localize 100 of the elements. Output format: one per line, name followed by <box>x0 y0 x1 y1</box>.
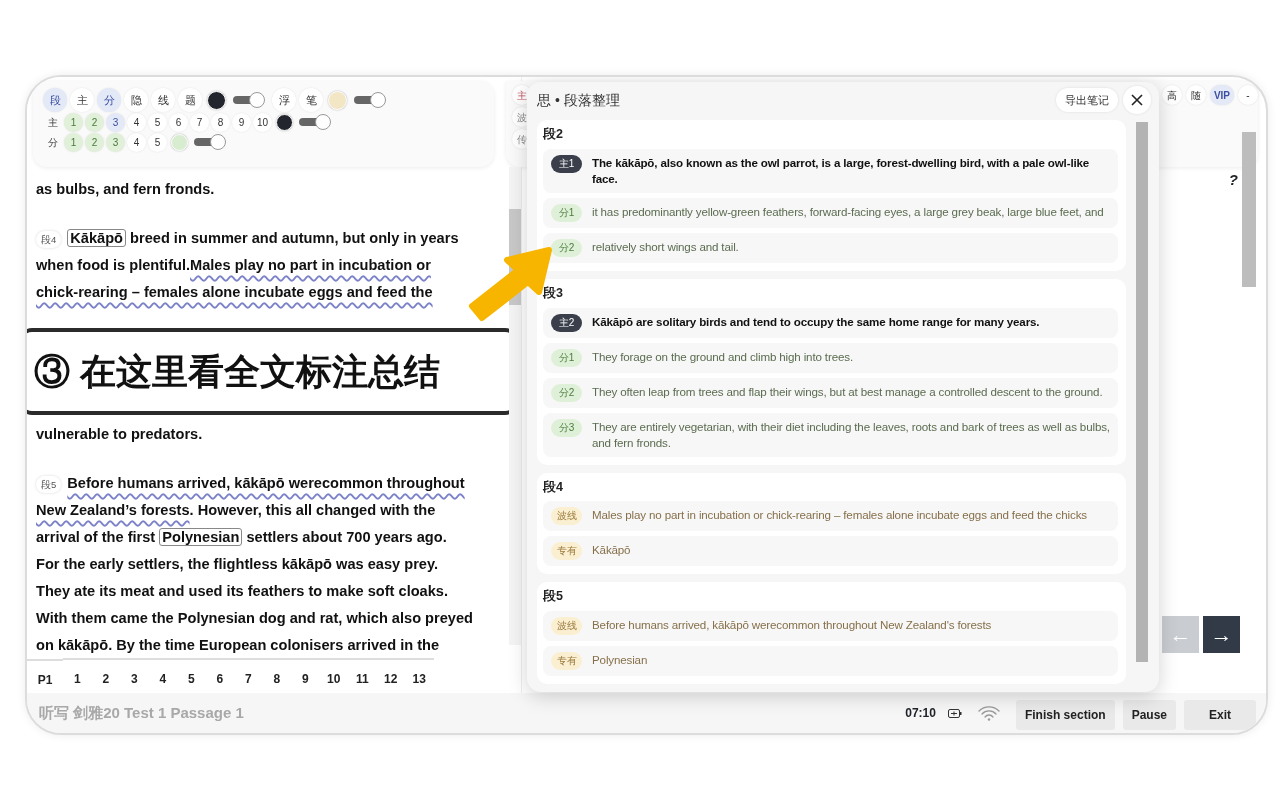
page-number[interactable]: 11 <box>348 658 377 687</box>
note-tag: 主2 <box>551 313 582 332</box>
row-label: 主 <box>46 115 59 130</box>
color-swatch[interactable] <box>171 133 188 151</box>
tool-chip[interactable]: 1 <box>64 112 83 132</box>
note-row[interactable]: 主2 Kākāpō are solitary birds and tend to occupy the same home range for many years. <box>543 307 1118 338</box>
note-text: Before humans arrived, kākāpō werecommon throughout New Zealand's forests <box>592 617 992 633</box>
tool-chip[interactable]: 4 <box>127 132 146 152</box>
scrollbar-thumb[interactable] <box>1136 122 1148 662</box>
color-swatch[interactable] <box>207 90 226 110</box>
note-tag: 波线 <box>551 617 582 635</box>
page-number[interactable]: 2 <box>91 658 120 687</box>
tool-chip[interactable]: 隐 <box>124 88 148 112</box>
tool-chip[interactable]: 7 <box>190 112 209 132</box>
section-title: 段2 <box>543 126 564 143</box>
tool-chip[interactable]: VIP <box>1209 85 1234 105</box>
note-row[interactable]: 波线 Before humans arrived, kākāpō werecommon throughout New Zealand's forests <box>543 611 1118 641</box>
note-row[interactable]: 专有 Polynesian <box>543 646 1118 676</box>
tool-chip[interactable]: - <box>1238 85 1258 105</box>
tool-chip[interactable]: 5 <box>148 132 167 152</box>
page-number[interactable]: 5 <box>177 658 206 687</box>
color-swatch[interactable] <box>328 90 347 110</box>
note-text: The kākāpō, also known as the owl parrot, is a large, forest-dwelling bird, with a pale owl-like face. <box>592 154 1091 187</box>
next-button[interactable]: → <box>1203 616 1240 653</box>
note-tag: 分1 <box>551 348 582 367</box>
tool-chip[interactable]: 主 <box>70 88 94 112</box>
scrollbar-thumb[interactable] <box>1242 132 1256 287</box>
tool-chip[interactable]: 浮 <box>272 88 296 112</box>
toggle-switch[interactable] <box>192 134 226 150</box>
close-icon <box>1131 94 1143 106</box>
note-row[interactable]: 波线 Males play no part in incubation or chick-rearing – females alone incubate eggs and feed the chicks <box>543 501 1118 532</box>
page-number[interactable]: 12 <box>376 658 405 687</box>
page-number[interactable]: 10 <box>319 658 348 687</box>
tool-chip[interactable]: 2 <box>85 112 104 132</box>
underlined-text: New Zealand’s forests <box>36 502 190 518</box>
note-text: They forage on the ground and climb high into trees. <box>592 348 853 365</box>
toggle-switch[interactable] <box>297 114 331 130</box>
note-row[interactable]: 分1 They forage on the ground and climb high into trees. <box>543 342 1118 373</box>
tool-chip[interactable]: 随 <box>1185 85 1206 105</box>
export-button[interactable]: 导出笔记 <box>1056 88 1118 112</box>
boxed-word: Polynesian <box>159 528 243 546</box>
tool-chip[interactable]: 线 <box>151 88 175 112</box>
section-title: 段5 <box>543 588 564 606</box>
passage-text: arrival of the first <box>36 529 157 545</box>
wifi-icon <box>977 705 1000 721</box>
note-row[interactable]: 主1 The kākāpō, also known as the owl parrot, is a large, forest-dwelling bird, with a pale owl-like face. <box>543 148 1118 193</box>
page-number[interactable]: 3 <box>120 658 149 687</box>
section-title: 段3 <box>543 284 564 302</box>
pause-button[interactable]: Pause <box>1122 700 1176 730</box>
passage-text: on kākāpō. By the time European colonisers arrived in the <box>36 637 440 653</box>
underlined-text: Before humans arrived, kākāpō werecommon throughout <box>67 475 465 491</box>
page-label: P1 <box>27 659 63 687</box>
tool-chip[interactable]: 分 <box>97 88 121 112</box>
tool-chip[interactable]: 3 <box>106 132 125 152</box>
underlined-text: chick-rearing – females alone incubate eggs and feed the <box>36 284 433 300</box>
row-label: 分 <box>46 135 59 150</box>
toggle-switch[interactable] <box>231 92 265 108</box>
note-row[interactable]: 分1 it has predominantly yellow-green feathers, forward-facing eyes, a large grey beak, large blue feet, and <box>543 197 1118 228</box>
tool-chip[interactable]: 2 <box>85 132 104 152</box>
page-number[interactable]: 13 <box>405 658 434 687</box>
note-row[interactable]: 分2 relatively short wings and tail. <box>543 232 1118 263</box>
page-number[interactable]: 9 <box>291 658 320 687</box>
note-tag: 分2 <box>551 383 582 402</box>
note-row[interactable]: 专有 Kākāpō <box>543 536 1118 567</box>
page-number[interactable]: 8 <box>262 658 291 687</box>
note-row[interactable]: 分2 They often leap from trees and flap their wings, but at best manage a controlled descent to the ground. <box>543 377 1118 408</box>
tool-chip[interactable]: 段 <box>43 88 67 112</box>
note-tag: 分2 <box>551 238 582 257</box>
finish-button[interactable]: Finish section <box>1015 700 1115 730</box>
tool-chip[interactable]: 题 <box>178 88 202 112</box>
tool-chip[interactable]: 3 <box>106 112 125 132</box>
note-text: Males play no part in incubation or chick-rearing – females alone incubate eggs and feed the chicks <box>592 507 1087 524</box>
close-button[interactable] <box>1123 86 1151 114</box>
exit-button[interactable]: Exit <box>1184 700 1256 730</box>
tool-chip[interactable]: 9 <box>232 112 251 132</box>
tool-chip[interactable]: 1 <box>64 132 83 152</box>
note-text: it has predominantly yellow-green feathers, forward-facing eyes, a large grey beak, large blue feet, and <box>592 203 1104 220</box>
paragraph-tag[interactable]: 段5 <box>36 475 62 493</box>
toggle-switch[interactable] <box>352 92 386 108</box>
tool-chip[interactable]: 6 <box>169 112 188 132</box>
tool-chip[interactable]: 高 <box>1161 85 1182 105</box>
page-number[interactable]: 7 <box>234 658 263 687</box>
passage-text: vulnerable to predators. <box>36 426 203 442</box>
battery-icon <box>947 708 962 718</box>
passage-title: 听写 剑雅20 Test 1 Passage 1 <box>39 702 245 723</box>
note-tag: 分1 <box>551 203 582 222</box>
tool-chip[interactable]: 8 <box>211 112 230 132</box>
tool-chip[interactable]: 笔 <box>299 88 323 112</box>
page-number[interactable]: 6 <box>205 658 234 687</box>
note-row[interactable]: 分3 They are entirely vegetarian, with their diet including the leaves, roots and bark of trees as well as bulbs, and fern fronds. <box>543 412 1118 457</box>
page-number[interactable]: 1 <box>63 658 92 687</box>
paragraph-tag[interactable]: 段4 <box>36 230 62 248</box>
section-title: 段4 <box>543 478 564 496</box>
tool-chip[interactable]: 10 <box>253 112 272 132</box>
note-tag: 波线 <box>551 507 582 526</box>
tool-chip[interactable]: 5 <box>148 112 167 132</box>
passage-text: settlers about 700 years ago. <box>245 529 447 545</box>
color-swatch[interactable] <box>276 113 293 131</box>
tool-chip[interactable]: 4 <box>127 112 146 132</box>
page-number[interactable]: 4 <box>148 658 177 687</box>
